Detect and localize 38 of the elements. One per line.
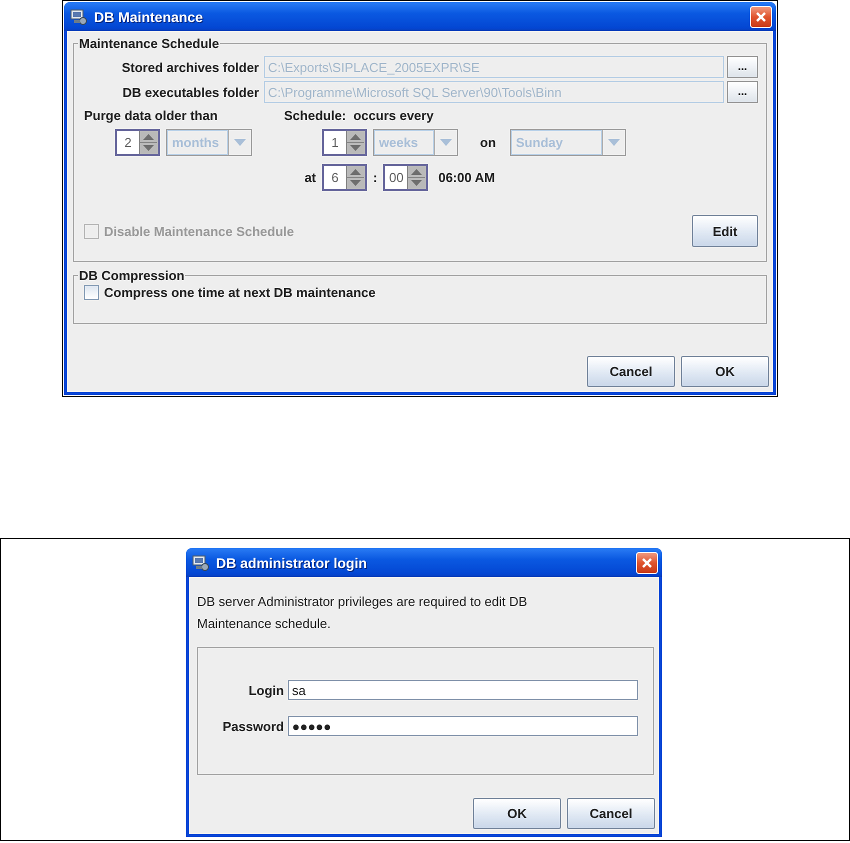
close-icon <box>641 556 653 568</box>
window-title: DB Maintenance <box>94 8 204 24</box>
at-label: at <box>303 170 316 185</box>
window-title: DB administrator login <box>216 554 368 570</box>
group-title: Maintenance Schedule <box>78 36 220 51</box>
purge-label: Purge data older than <box>84 108 218 123</box>
time-text: 06:00 AM <box>438 170 495 185</box>
on-label: on <box>480 135 496 150</box>
caret-icon <box>608 139 620 146</box>
computer-icon <box>192 554 210 570</box>
edit-button[interactable]: Edit <box>692 215 758 247</box>
checkbox-label: Compress one time at next DB maintenance <box>104 285 376 300</box>
dialog-button[interactable]: Cancel <box>567 798 655 829</box>
close-button[interactable] <box>750 6 772 28</box>
dialog-button[interactable]: Cancel <box>587 356 675 387</box>
number-spinner[interactable]: 00 <box>383 164 428 191</box>
time-separator: : <box>373 170 378 185</box>
computer-icon <box>70 8 88 24</box>
message-text: DB server Administrator privileges are required to edit DB Maintenance schedule. <box>197 593 528 633</box>
field-label: Login <box>248 682 284 698</box>
caret-icon <box>234 139 246 146</box>
input-field[interactable]: sa <box>288 680 638 700</box>
caret-icon <box>440 139 452 146</box>
checkbox-label: Disable Maintenance Schedule <box>104 224 294 238</box>
number-spinner[interactable]: 1 <box>322 129 367 156</box>
checkbox[interactable] <box>84 285 99 300</box>
field-label: Password <box>222 718 284 734</box>
field-label: Stored archives folder <box>120 60 259 74</box>
field-label: DB executables folder <box>121 84 259 100</box>
dialog-button[interactable]: OK <box>473 798 561 829</box>
group-title: DB Compression <box>78 268 186 283</box>
close-button[interactable] <box>636 552 658 574</box>
input-field[interactable]: ●●●●● <box>288 716 638 736</box>
number-spinner[interactable]: 2 <box>115 129 160 156</box>
dialog-button[interactable]: OK <box>681 356 769 387</box>
number-spinner[interactable]: 6 <box>322 164 367 191</box>
close-icon <box>755 10 767 22</box>
schedule-label: Schedule: occurs every <box>284 108 434 123</box>
